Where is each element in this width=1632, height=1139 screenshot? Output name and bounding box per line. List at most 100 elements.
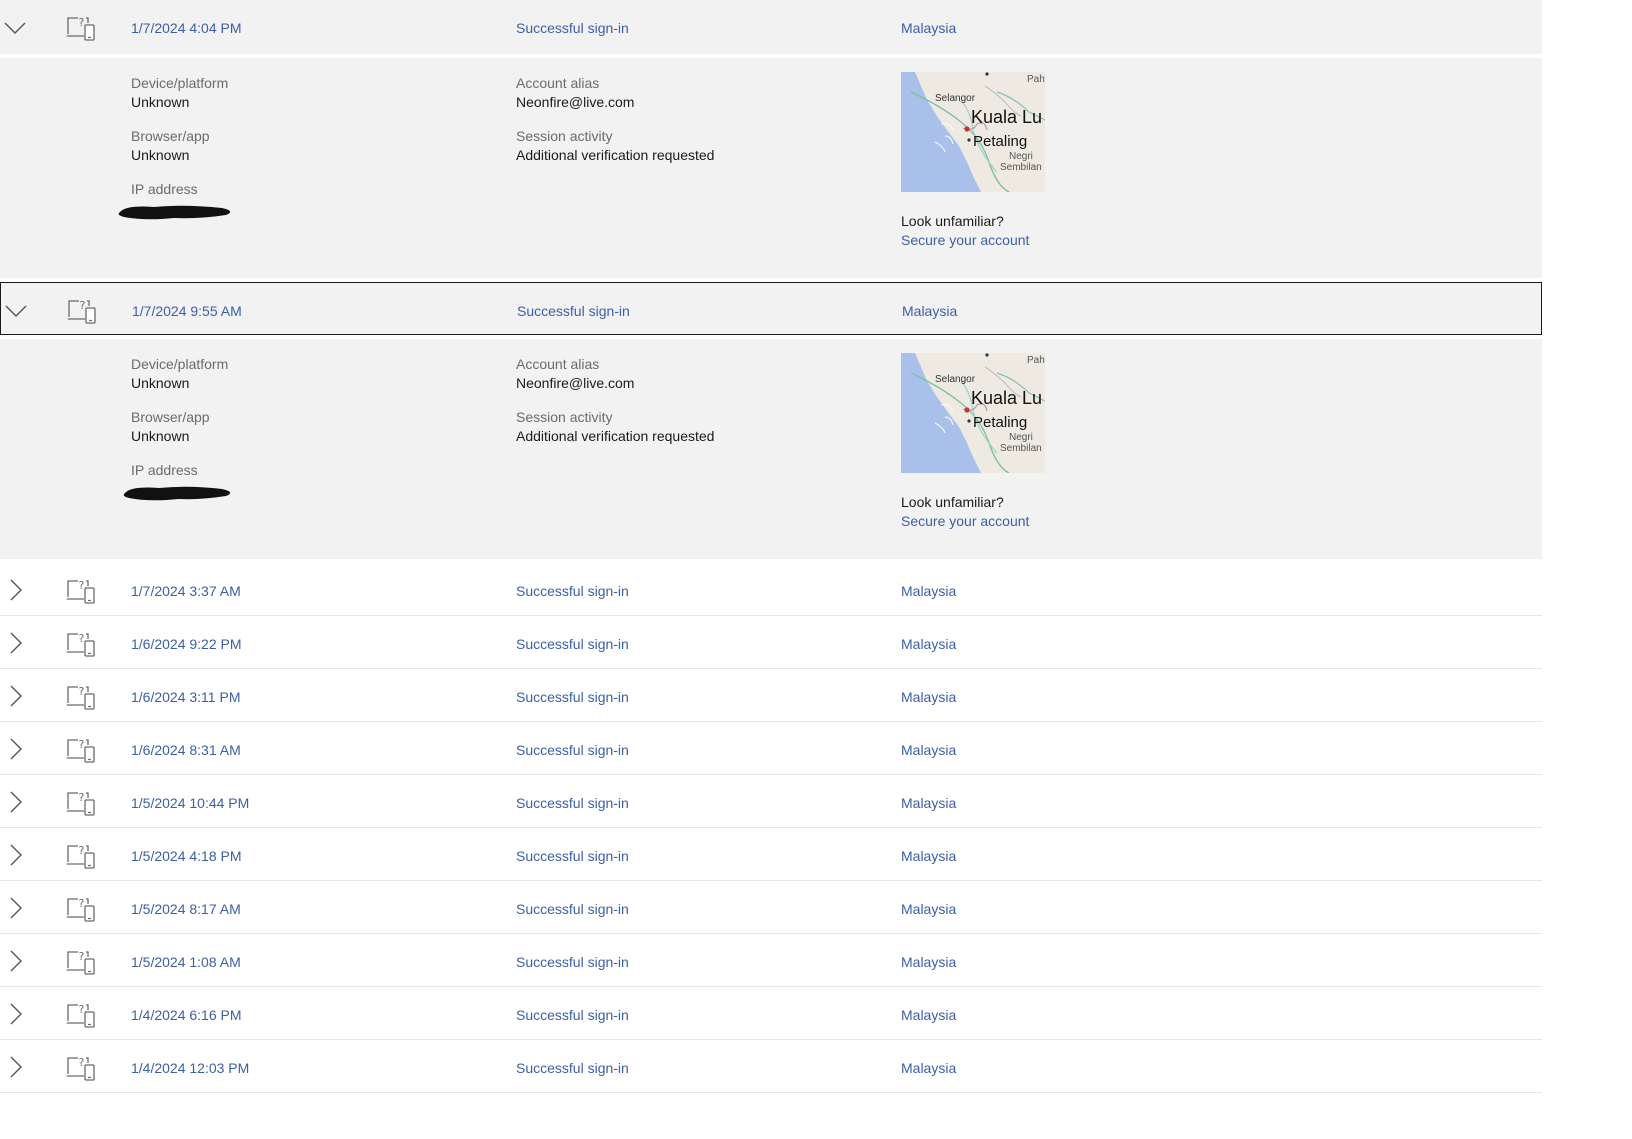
map-label-sembilan: Sembilan <box>1000 162 1042 173</box>
row-date-link[interactable]: 1/5/2024 4:18 PM <box>131 848 242 864</box>
unknown-device-icon: ? <box>66 632 95 657</box>
chevron-down-icon[interactable] <box>4 298 28 322</box>
row-activity-link[interactable]: Successful sign-in <box>516 848 629 864</box>
account-alias-label: Account alias <box>516 356 600 372</box>
map-label-pahang: Pah <box>1027 355 1045 366</box>
row-activity-link[interactable]: Successful sign-in <box>516 636 629 652</box>
secure-account-link[interactable]: Secure your account <box>901 513 1029 529</box>
chevron-down-icon[interactable] <box>3 15 27 39</box>
row-date-link[interactable]: 1/5/2024 10:44 PM <box>131 795 249 811</box>
browser-app-value: Unknown <box>131 428 190 444</box>
device-platform-label: Device/platform <box>131 75 229 91</box>
row-activity-link[interactable]: Successful sign-in <box>516 1060 629 1076</box>
ip-address-label: IP address <box>131 462 198 478</box>
row-date-link[interactable]: 1/6/2024 8:31 AM <box>131 742 241 758</box>
map-image: Selangor Kuala Lu PetalingNegriSembilan Pah <box>901 353 1045 473</box>
activity-detail-panel: Device/platform Unknown Browser/app Unknown… <box>0 339 1542 559</box>
row-date-link[interactable]: 1/7/2024 9:55 AM <box>132 303 242 319</box>
activity-row[interactable]: ? 1/4/2024 6:16 PM Successful sign-in Malay… <box>0 987 1542 1040</box>
svg-text:?: ? <box>79 685 85 698</box>
row-date-link[interactable]: 1/4/2024 6:16 PM <box>131 1007 242 1023</box>
activity-row[interactable]: ? 1/7/2024 4:04 PM Successful sign-in Malay… <box>0 0 1542 54</box>
svg-text:?: ? <box>79 897 85 910</box>
svg-text:?: ? <box>79 1003 85 1016</box>
chevron-right-icon[interactable] <box>3 1055 27 1079</box>
activity-detail-panel: Device/platform Unknown Browser/app Unknown… <box>0 58 1542 278</box>
look-unfamiliar-text: Look unfamiliar? <box>901 213 1004 229</box>
chevron-right-icon[interactable] <box>3 896 27 920</box>
row-location-link[interactable]: Malaysia <box>901 689 956 705</box>
row-activity-link[interactable]: Successful sign-in <box>516 795 629 811</box>
activity-row[interactable]: ? 1/6/2024 9:22 PM Successful sign-in Malay… <box>0 616 1542 669</box>
row-activity-link[interactable]: Successful sign-in <box>516 689 629 705</box>
row-location-link[interactable]: Malaysia <box>901 20 956 36</box>
chevron-right-icon[interactable] <box>3 737 27 761</box>
secure-account-link[interactable]: Secure your account <box>901 232 1029 248</box>
session-activity-value: Additional verification requested <box>516 147 715 163</box>
svg-text:?: ? <box>79 791 85 804</box>
map-label-kuala-lumpur: Kuala Lu <box>971 107 1042 127</box>
row-date-link[interactable]: 1/4/2024 12:03 PM <box>131 1060 249 1076</box>
map-label-kuala-lumpur: Kuala Lu <box>971 388 1042 408</box>
row-activity-link[interactable]: Successful sign-in <box>516 742 629 758</box>
chevron-right-icon[interactable] <box>3 790 27 814</box>
row-location-link[interactable]: Malaysia <box>902 303 957 319</box>
row-location-link[interactable]: Malaysia <box>901 848 956 864</box>
session-activity-label: Session activity <box>516 409 613 425</box>
row-location-link[interactable]: Malaysia <box>901 795 956 811</box>
row-activity-link[interactable]: Successful sign-in <box>516 954 629 970</box>
chevron-right-icon[interactable] <box>3 949 27 973</box>
map-label-sembilan: Sembilan <box>1000 443 1042 454</box>
unknown-device-icon: ? <box>66 791 95 816</box>
device-platform-value: Unknown <box>131 94 190 110</box>
svg-text:?: ? <box>79 1056 85 1069</box>
row-activity-link[interactable]: Successful sign-in <box>516 583 629 599</box>
row-date-link[interactable]: 1/5/2024 1:08 AM <box>131 954 241 970</box>
chevron-right-icon[interactable] <box>3 578 27 602</box>
map-label-negri: Negri <box>1009 432 1033 443</box>
ip-address-redaction <box>123 486 231 501</box>
activity-row[interactable]: ? 1/5/2024 4:18 PM Successful sign-in Malay… <box>0 828 1542 881</box>
chevron-right-icon[interactable] <box>3 1002 27 1026</box>
row-location-link[interactable]: Malaysia <box>901 1007 956 1023</box>
account-alias-value: Neonfire@live.com <box>516 375 635 391</box>
row-date-link[interactable]: 1/6/2024 3:11 PM <box>131 689 240 705</box>
unknown-device-icon: ? <box>66 897 95 922</box>
activity-row[interactable]: ? 1/6/2024 3:11 PM Successful sign-in Malay… <box>0 669 1542 722</box>
activity-row[interactable]: ? 1/4/2024 12:03 PM Successful sign-in Mala… <box>0 1040 1542 1093</box>
unknown-device-icon: ? <box>66 579 95 604</box>
row-activity-link[interactable]: Successful sign-in <box>517 303 630 319</box>
row-location-link[interactable]: Malaysia <box>901 901 956 917</box>
browser-app-label: Browser/app <box>131 128 210 144</box>
row-date-link[interactable]: 1/7/2024 3:37 AM <box>131 583 241 599</box>
svg-text:?: ? <box>79 579 85 592</box>
unknown-device-icon: ? <box>66 16 95 41</box>
row-location-link[interactable]: Malaysia <box>901 742 956 758</box>
chevron-right-icon[interactable] <box>3 684 27 708</box>
activity-row[interactable]: ? 1/5/2024 8:17 AM Successful sign-in Malay… <box>0 881 1542 934</box>
row-location-link[interactable]: Malaysia <box>901 583 956 599</box>
activity-row[interactable]: ? 1/5/2024 1:08 AM Successful sign-in Malay… <box>0 934 1542 987</box>
row-date-link[interactable]: 1/6/2024 9:22 PM <box>131 636 242 652</box>
map-label-selangor: Selangor <box>935 93 976 104</box>
activity-row[interactable]: ? 1/7/2024 9:55 AM Successful sign-in Malay… <box>0 282 1542 335</box>
activity-row[interactable]: ? 1/5/2024 10:44 PM Successful sign-in Mala… <box>0 775 1542 828</box>
row-activity-link[interactable]: Successful sign-in <box>516 901 629 917</box>
browser-app-value: Unknown <box>131 147 190 163</box>
row-location-link[interactable]: Malaysia <box>901 636 956 652</box>
activity-row[interactable]: ? 1/7/2024 3:37 AM Successful sign-in Malay… <box>0 563 1542 616</box>
chevron-right-icon[interactable] <box>3 631 27 655</box>
row-activity-link[interactable]: Successful sign-in <box>516 1007 629 1023</box>
row-date-link[interactable]: 1/7/2024 4:04 PM <box>131 20 242 36</box>
session-activity-label: Session activity <box>516 128 613 144</box>
chevron-right-icon[interactable] <box>3 843 27 867</box>
unknown-device-icon: ? <box>67 299 96 324</box>
row-location-link[interactable]: Malaysia <box>901 954 956 970</box>
row-date-link[interactable]: 1/5/2024 8:17 AM <box>131 901 241 917</box>
unknown-device-icon: ? <box>66 685 95 710</box>
row-location-link[interactable]: Malaysia <box>901 1060 956 1076</box>
svg-text:?: ? <box>79 632 85 645</box>
activity-row[interactable]: ? 1/6/2024 8:31 AM Successful sign-in Malay… <box>0 722 1542 775</box>
row-activity-link[interactable]: Successful sign-in <box>516 20 629 36</box>
location-map: Selangor Kuala Lu Petaling Negri Sembilan Pah <box>901 353 1045 473</box>
